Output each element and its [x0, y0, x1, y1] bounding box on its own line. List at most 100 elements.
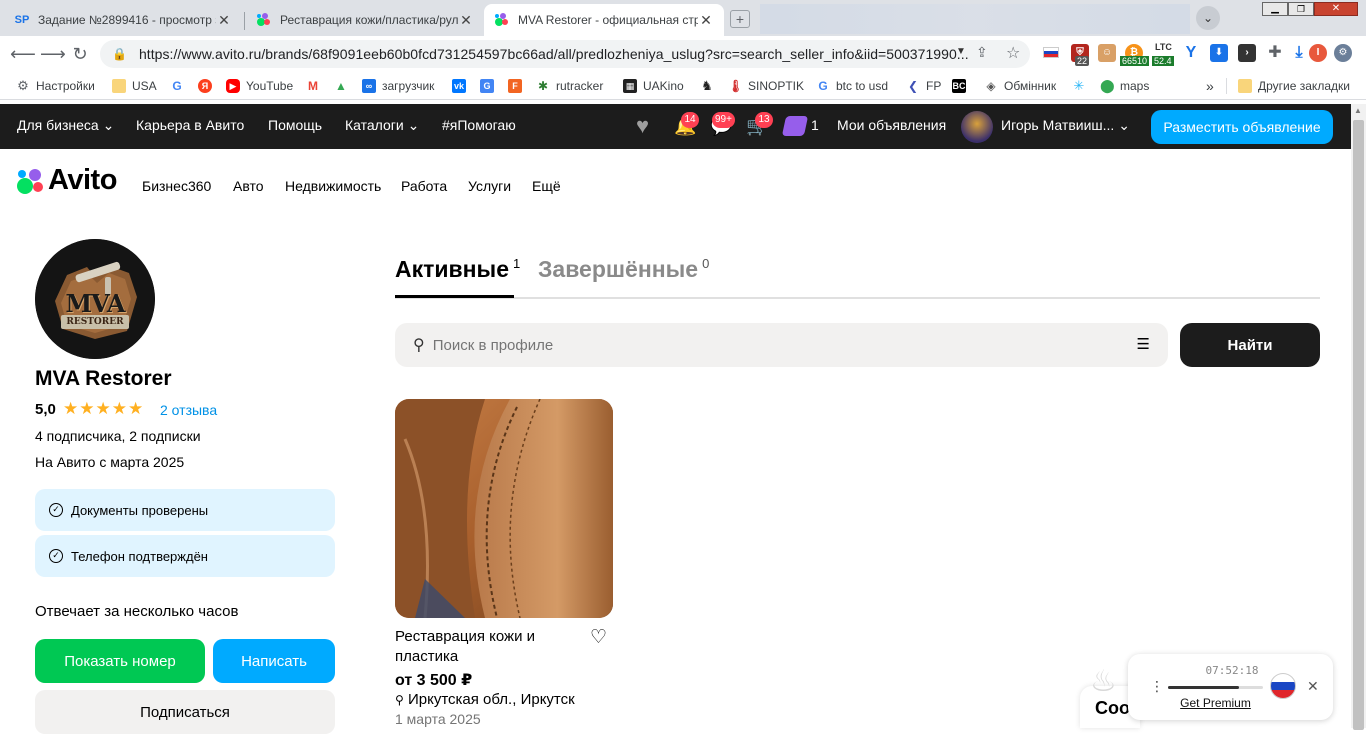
share-icon[interactable]: ⇪	[976, 44, 988, 61]
promo-ticket-icon[interactable]	[781, 116, 809, 136]
bookmark-usa[interactable]: USA	[112, 77, 157, 95]
close-tab-icon[interactable]: ✕	[458, 12, 474, 29]
write-message-button[interactable]: Написать	[213, 639, 335, 683]
user-avatar[interactable]	[961, 111, 993, 143]
listing-title[interactable]: Реставрация кожи и пластика	[395, 627, 575, 667]
terminal-extension-icon[interactable]: ›	[1238, 44, 1256, 62]
seller-rating: 5,0	[35, 401, 56, 418]
avito-logo-text[interactable]: Avito	[48, 164, 117, 197]
tab-active-listings[interactable]: Активные 1	[395, 256, 520, 283]
bookmark-other[interactable]: Другие закладки	[1238, 77, 1350, 95]
for-business-menu[interactable]: Для бизнеса ⌄	[17, 117, 114, 134]
bookmark-chess[interactable]: ♞	[700, 77, 720, 95]
background-window-blur	[760, 4, 1190, 34]
profile-avatar[interactable]: I	[1309, 44, 1327, 62]
nav-jobs[interactable]: Работа	[401, 178, 447, 194]
russia-flag-icon[interactable]	[1043, 47, 1059, 58]
help-hashtag-link[interactable]: #яПомогаю	[442, 117, 516, 133]
member-since: На Авито с марта 2025	[35, 454, 185, 470]
map-pin-icon: ⬤	[1100, 78, 1115, 93]
bookmark-settings[interactable]: ⚙ Настройки	[16, 77, 95, 95]
bookmark-google[interactable]: G	[170, 77, 190, 95]
tab-search-chevron-icon[interactable]: ⌄	[1196, 6, 1220, 30]
new-tab-button[interactable]: +	[730, 10, 750, 28]
tab-title: MVA Restorer - официальная стра	[518, 13, 698, 27]
russia-flag-icon[interactable]	[1270, 673, 1296, 699]
chess-knight-icon: ♞	[701, 78, 713, 93]
bookmark-fp[interactable]: ❮ FP	[906, 77, 941, 95]
close-tab-icon[interactable]: ✕	[698, 12, 714, 29]
bookmark-gmail[interactable]: M	[306, 77, 326, 95]
vpn-extension-icon[interactable]: Y	[1182, 44, 1200, 62]
address-bar[interactable]: 🔒 https://www.avito.ru/brands/68f9091eeb…	[100, 40, 1030, 68]
find-button[interactable]: Найти	[1180, 323, 1320, 367]
browser-tab-avito-ad[interactable]: Реставрация кожи/пластика/руля ✕	[246, 4, 484, 36]
catalogs-menu[interactable]: Каталоги ⌄	[345, 117, 419, 134]
bookmark-btc-usd[interactable]: Gbtc to usd	[816, 77, 888, 95]
bookmarks-overflow[interactable]: »	[1206, 77, 1214, 95]
bookmark-translate[interactable]: G	[480, 77, 500, 95]
bookmark-uakino[interactable]: ▦ UAKino	[623, 77, 684, 95]
thermometer-icon: 🌡	[728, 79, 744, 93]
user-menu[interactable]: Игорь Матвииш... ⌄	[1001, 117, 1130, 134]
listing-photo[interactable]	[395, 399, 613, 618]
bookmark-sinoptik[interactable]: 🌡 SINOPTIK	[728, 77, 804, 95]
bookmark-yandex[interactable]: Я	[198, 77, 218, 95]
profile-search-input[interactable]: ⚲ Поиск в профиле ☰	[395, 323, 1168, 367]
close-window-button[interactable]: ✕	[1314, 2, 1358, 16]
tab-finished-listings[interactable]: Завершённые 0	[538, 256, 709, 283]
widget-menu-icon[interactable]: ⋮	[1150, 678, 1164, 695]
bookmark-exchanger[interactable]: ◈ Обмінник	[984, 77, 1056, 95]
listing-location: ⚲ Иркутская обл., Иркутск	[395, 691, 575, 708]
career-link[interactable]: Карьера в Авито	[136, 117, 244, 133]
place-ad-button[interactable]: Разместить объявление	[1151, 110, 1333, 144]
bookmark-youtube[interactable]: ▶ YouTube	[226, 77, 293, 95]
my-ads-link[interactable]: Мои объявления	[837, 117, 946, 133]
bookmark-star[interactable]: ✳	[1072, 77, 1092, 95]
settings-gear-icon[interactable]: ⚙	[1334, 44, 1352, 62]
avito-favicon-icon	[256, 12, 272, 28]
scrollbar-thumb[interactable]	[1353, 120, 1364, 730]
nav-realty[interactable]: Недвижимость	[285, 178, 381, 194]
show-phone-button[interactable]: Показать номер	[35, 639, 205, 683]
favorite-heart-icon[interactable]: ♡	[590, 626, 607, 649]
bookmark-rutracker[interactable]: ✱ rutracker	[536, 77, 603, 95]
download-extension-icon[interactable]: ⬇	[1210, 44, 1228, 62]
downloads-icon[interactable]: ⤓	[1290, 44, 1308, 62]
extensions-puzzle-icon[interactable]: ✚	[1266, 44, 1284, 62]
nav-more[interactable]: Ещё	[532, 178, 561, 194]
listing-date: 1 марта 2025	[395, 711, 481, 727]
reviews-link[interactable]: 2 отзыва	[160, 402, 217, 418]
filter-sliders-icon[interactable]: ☰	[1137, 335, 1150, 353]
minimize-button[interactable]: ▁	[1262, 2, 1288, 16]
avito-logo-icon[interactable]	[16, 168, 44, 196]
nav-auto[interactable]: Авто	[233, 178, 264, 194]
back-arrow-icon[interactable]: ⟵	[10, 43, 36, 65]
bookmark-drive[interactable]: ▲	[334, 77, 354, 95]
help-link[interactable]: Помощь	[268, 117, 322, 133]
maximize-button[interactable]: ❐	[1288, 2, 1314, 16]
nav-services[interactable]: Услуги	[468, 178, 511, 194]
reload-icon[interactable]: ↻	[68, 43, 92, 65]
shield-badge: 22	[1075, 56, 1090, 66]
scroll-up-arrow-icon[interactable]: ▲	[1354, 106, 1362, 115]
browser-tab-active[interactable]: MVA Restorer - официальная стра ✕	[484, 4, 724, 36]
bookmark-bc[interactable]: BC	[952, 77, 972, 95]
nav-business360[interactable]: Бизнес360	[142, 178, 211, 194]
bookmark-vk[interactable]: vk	[452, 77, 472, 95]
page-scrollbar[interactable]: ▲	[1351, 104, 1366, 730]
url-dropdown-icon[interactable]: ▼	[956, 46, 966, 57]
bookmark-star-icon[interactable]: ☆	[1006, 43, 1020, 63]
browser-tab-task[interactable]: SP Задание №2899416 - просмотр з ✕	[4, 4, 242, 36]
bookmark-f[interactable]: F	[508, 77, 528, 95]
bookmark-downloader[interactable]: ∞ загрузчик	[362, 77, 434, 95]
close-tab-icon[interactable]: ✕	[216, 12, 232, 29]
get-premium-link[interactable]: Get Premium	[1168, 696, 1263, 710]
subscribe-button[interactable]: Подписаться	[35, 690, 335, 734]
face-extension-icon[interactable]: ☺	[1098, 44, 1116, 62]
widget-close-icon[interactable]: ✕	[1307, 678, 1319, 695]
forward-arrow-icon[interactable]: ⟶	[40, 43, 66, 65]
bookmark-maps[interactable]: ⬤ maps	[1100, 77, 1149, 95]
favorites-heart-icon[interactable]: ♥	[636, 115, 649, 137]
messages-badge: 99+	[712, 112, 735, 128]
